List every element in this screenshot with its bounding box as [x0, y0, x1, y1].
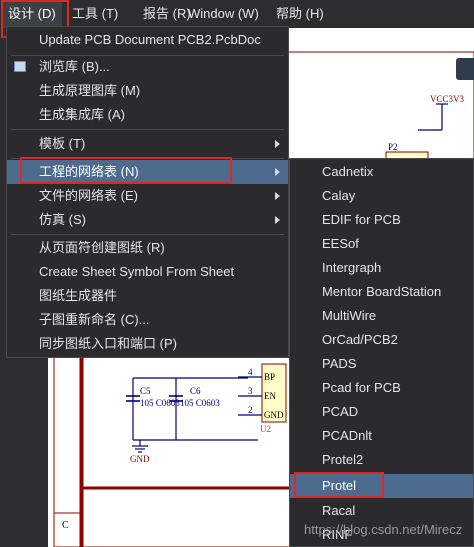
u2-pinnum-4: 4 [248, 367, 253, 377]
submenu-item-pads[interactable]: PADS [290, 352, 473, 376]
c5-value: 105 C0603 [140, 398, 180, 408]
submenu-item-mentor-boardstation[interactable]: Mentor BoardStation [290, 280, 473, 304]
menu-tools[interactable]: 工具 (T) [66, 0, 124, 28]
menu-item-project-netlist[interactable]: 工程的网络表 (N) [7, 160, 288, 184]
panel-tab[interactable] [456, 58, 474, 80]
submenu-item-orcad-pcb2[interactable]: OrCad/PCB2 [290, 328, 473, 352]
c5-label: C5 [140, 386, 151, 396]
submenu-item-edif-for-pcb[interactable]: EDIF for PCB [290, 208, 473, 232]
submenu-item-protel2[interactable]: Protel2 [290, 448, 473, 472]
u2-pin-bp: BP [264, 372, 275, 382]
menu-item-rename-child-sheet[interactable]: 子图重新命名 (C)... [7, 308, 288, 332]
u2-label: U2 [260, 424, 271, 434]
submenu-arrow-icon [275, 192, 280, 200]
menu-item-sync-sheet-entries[interactable]: 同步图纸入口和端口 (P) [7, 332, 288, 356]
menu-separator [11, 129, 284, 130]
c6-value: 105 C0603 [180, 398, 220, 408]
submenu-arrow-icon [275, 140, 280, 148]
menu-help[interactable]: 帮助 (H) [270, 0, 330, 28]
submenu-arrow-icon [275, 168, 280, 176]
menu-separator [11, 234, 284, 235]
menu-window[interactable]: Window (W) [182, 0, 265, 28]
p2-label: P2 [388, 142, 398, 152]
menu-item-browse-library[interactable]: 浏览库 (B)... [7, 55, 288, 79]
submenu-item-racal[interactable]: Racal [290, 499, 473, 523]
submenu-item-calay[interactable]: Calay [290, 184, 473, 208]
submenu-item-intergraph[interactable]: Intergraph [290, 256, 473, 280]
c6-label: C6 [190, 386, 201, 396]
menu-item-create-symbol-from-sheet[interactable]: Create Sheet Symbol From Sheet [7, 260, 288, 284]
submenu-item-protel[interactable]: Protel [290, 474, 473, 498]
gnd-label: GND [130, 454, 150, 464]
menubar: 设计 (D) 工具 (T) 报告 (R) Window (W) 帮助 (H) [0, 0, 474, 28]
vcc-label: VCC3V3 [430, 94, 465, 104]
submenu-item-pcad[interactable]: PCAD [290, 400, 473, 424]
menu-item-make-sch-library[interactable]: 生成原理图库 (M) [7, 79, 288, 103]
menu-design[interactable]: 设计 (D) [2, 0, 62, 28]
submenu-item-eesof[interactable]: EESof [290, 232, 473, 256]
menu-item-simulate[interactable]: 仿真 (S) [7, 208, 288, 232]
border-zone-letter: C [62, 520, 69, 531]
library-icon [14, 61, 26, 72]
watermark: https://blog.csdn.net/Mirecz [304, 522, 463, 537]
menu-separator [11, 158, 284, 159]
u2-pin-en: EN [264, 391, 276, 401]
menu-item-update-pcb[interactable]: Update PCB Document PCB2.PcbDoc [7, 28, 288, 52]
submenu-item-pcadnlt[interactable]: PCADnlt [290, 424, 473, 448]
menu-item-document-netlist[interactable]: 文件的网络表 (E) [7, 184, 288, 208]
submenu-item-multiwire[interactable]: MultiWire [290, 304, 473, 328]
menu-item-make-integrated-library[interactable]: 生成集成库 (A) [7, 103, 288, 127]
design-menu: Update PCB Document PCB2.PcbDoc 浏览库 (B).… [6, 26, 289, 358]
u2-pinnum-3: 3 [248, 386, 253, 396]
u2-pin-gnd: GND [264, 410, 284, 420]
submenu-arrow-icon [275, 216, 280, 224]
menu-item-templates[interactable]: 模板 (T) [7, 132, 288, 156]
netlist-submenu: Cadnetix Calay EDIF for PCB EESof Interg… [289, 158, 474, 547]
menu-item-sheet-to-component[interactable]: 图纸生成器件 [7, 284, 288, 308]
submenu-item-pcad-for-pcb[interactable]: Pcad for PCB [290, 376, 473, 400]
submenu-item-cadnetix[interactable]: Cadnetix [290, 160, 473, 184]
u2-pinnum-2: 2 [248, 405, 253, 415]
menu-item-create-sheet-from-symbol[interactable]: 从页面符创建图纸 (R) [7, 236, 288, 260]
